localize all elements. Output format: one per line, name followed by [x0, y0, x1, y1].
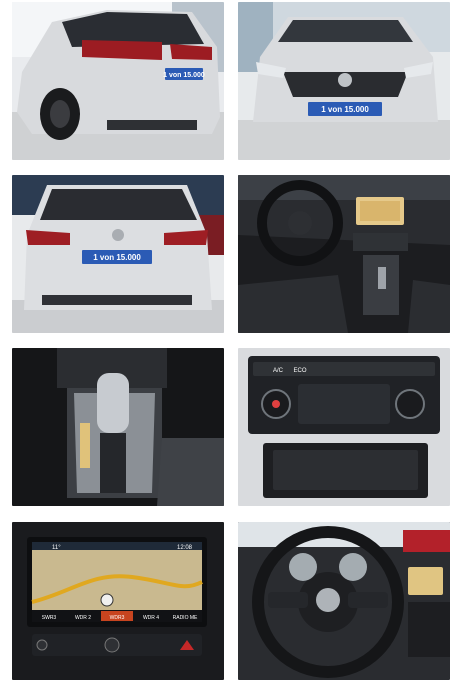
plate-text: 1 von 15.000: [321, 105, 369, 114]
photo-navigation-screen[interactable]: 11° 12:08 SWR3 WDR 2 WDR3 WDR 4 RADIO ME: [12, 522, 224, 680]
photo-rear[interactable]: 1 von 15.000: [12, 175, 224, 333]
photo-grid: 1 von 15.000 1 von 15.000 1 von 15.000 A…: [12, 0, 451, 681]
photo-dashboard[interactable]: [238, 175, 450, 333]
plate-text: 1 von 15.000: [163, 72, 205, 79]
plate-text: 1 von 15.000: [93, 253, 141, 262]
ac-label: A/C: [273, 368, 284, 374]
preset-3: WDR3: [110, 615, 125, 621]
photo-steering-wheel[interactable]: [238, 522, 450, 680]
screen-temp: 11°: [52, 545, 61, 551]
screen-clock: 12:08: [177, 545, 193, 551]
preset-2: WDR 2: [75, 615, 91, 621]
photo-gear-shifter[interactable]: [12, 348, 224, 506]
preset-5: RADIO ME: [173, 615, 198, 621]
preset-1: SWR3: [42, 615, 57, 621]
preset-4: WDR 4: [143, 615, 159, 621]
photo-front[interactable]: 1 von 15.000: [238, 2, 450, 160]
photo-rear-three-quarter[interactable]: 1 von 15.000: [12, 2, 224, 160]
eco-label: ECO: [293, 368, 306, 374]
photo-climate-control[interactable]: A/C ECO: [238, 348, 450, 506]
